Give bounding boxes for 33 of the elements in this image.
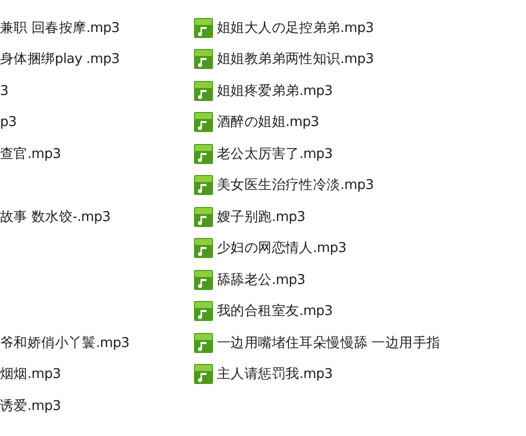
file-name[interactable]: p3 (0, 114, 17, 130)
file-name[interactable]: 身体捆绑play .mp3 (0, 50, 120, 68)
music-file-icon (193, 16, 214, 39)
music-file-icon (193, 80, 214, 102)
music-file-icon (193, 237, 214, 260)
file-name[interactable]: 烟烟.mp3 (0, 365, 61, 384)
file-name[interactable]: 酒醉の姐姐.mp3 (217, 113, 319, 132)
music-file-icon (193, 142, 214, 165)
file-name[interactable]: 主人请惩罚我.mp3 (217, 365, 333, 384)
file-name[interactable]: 一边用嘴堵住耳朵慢慢舔 一边用手指 (217, 334, 440, 352)
file-name[interactable]: 3 (0, 82, 8, 99)
file-name[interactable]: 老公太厉害了.mp3 (217, 144, 333, 163)
file-name[interactable]: 姐姐教弟弟两性知识.mp3 (217, 50, 374, 68)
file-name[interactable]: 故事 数水饺-.mp3 (0, 208, 110, 226)
file-name[interactable]: 姐姐大人の足控弟弟.mp3 (217, 18, 374, 37)
file-name[interactable]: 舔舔老公.mp3 (217, 270, 306, 289)
file-name[interactable]: 爷和娇俏小丫鬟.mp3 (0, 334, 130, 352)
music-file-icon (193, 300, 214, 322)
music-file-icon (193, 174, 214, 196)
music-file-icon (193, 363, 214, 386)
music-file-icon (193, 332, 214, 354)
file-name[interactable]: 诱爱.mp3 (0, 396, 61, 415)
file-name[interactable]: 嫂子别跑.mp3 (217, 208, 306, 226)
file-name[interactable]: 兼职 回春按摩.mp3 (0, 18, 120, 37)
file-name[interactable]: 我的合租室友.mp3 (217, 302, 333, 320)
music-file-icon (193, 111, 214, 134)
music-file-icon (193, 48, 214, 70)
file-name[interactable]: 美女医生治疗性冷淡.mp3 (217, 176, 374, 194)
file-name[interactable]: 姐姐疼爱弟弟.mp3 (217, 82, 333, 100)
file-name[interactable]: 查官.mp3 (0, 144, 61, 163)
file-name[interactable]: 少妇の网恋情人.mp3 (217, 239, 346, 258)
music-file-icon (193, 206, 214, 228)
music-file-icon (193, 268, 214, 291)
